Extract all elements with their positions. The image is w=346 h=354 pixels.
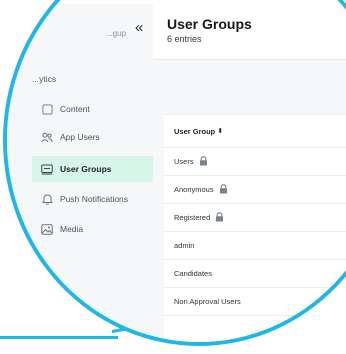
group-name: admin	[174, 240, 195, 250]
sidebar-item-user-groups[interactable]: User Groups	[32, 156, 153, 182]
app-window: ...gup « ...ytics Content App Users User…	[7, 4, 346, 342]
user-groups-icon	[40, 162, 54, 176]
sidebar-item-media[interactable]: Media	[32, 216, 153, 242]
sidebar: ...gup « ...ytics Content App Users User…	[7, 4, 154, 342]
screenshot-stage: ...gup « ...ytics Content App Users User…	[0, 0, 346, 354]
sidebar-item-content[interactable]: Content	[32, 96, 153, 122]
sidebar-item-label: ...ytics	[32, 74, 57, 84]
table-row[interactable]: Non Approval Users	[164, 287, 346, 316]
group-name: Candidates	[174, 268, 212, 278]
table-row[interactable]: Candidates	[164, 259, 346, 288]
group-name: Users	[174, 156, 194, 166]
image-icon	[40, 222, 54, 236]
sidebar-item-label: Content	[60, 104, 90, 114]
page-header: User Groups 6 entries	[153, 4, 346, 60]
users-icon	[40, 130, 54, 144]
group-name: Non Approval Users	[174, 296, 241, 306]
content-icon	[40, 102, 54, 116]
sidebar-item-push-notifications[interactable]: Push Notifications	[32, 186, 153, 212]
page-title: User Groups	[167, 16, 252, 32]
sidebar-item-label: Media	[60, 224, 84, 234]
group-name: Registered	[174, 212, 211, 222]
table-row[interactable]: admin	[164, 231, 346, 260]
table-row[interactable]: Anonymous	[164, 175, 346, 204]
brand-text: ...gup	[106, 29, 127, 38]
table-row[interactable]: Users	[164, 147, 346, 176]
column-header-label: User Group	[174, 126, 216, 136]
sort-icon[interactable]: ⬍	[217, 127, 223, 135]
column-header-user-group[interactable]: User Group ⬍	[164, 115, 346, 148]
main-content: User Groups 6 entries User Group ⬍ Users	[153, 4, 346, 342]
sidebar-item-label: App Users	[60, 132, 100, 142]
sidebar-item-analytics[interactable]: ...ytics	[32, 66, 153, 92]
bell-icon	[40, 192, 54, 206]
lock-icon	[219, 184, 228, 194]
sidebar-item-label: User Groups	[60, 164, 112, 174]
lock-icon	[199, 156, 208, 166]
sidebar-item-label: Push Notifications	[60, 194, 129, 204]
double-chevron-left-icon[interactable]: «	[135, 20, 143, 35]
lock-icon	[215, 212, 224, 222]
entry-count: 6 entries	[167, 34, 202, 44]
user-groups-table: User Group ⬍ Users Anonymous Registered …	[164, 114, 346, 342]
table-row[interactable]: Registered	[164, 203, 346, 232]
sidebar-item-app-users[interactable]: App Users	[32, 124, 153, 150]
group-name: Anonymous	[174, 184, 214, 194]
magnifier-lens: ...gup « ...ytics Content App Users User…	[3, 0, 346, 346]
